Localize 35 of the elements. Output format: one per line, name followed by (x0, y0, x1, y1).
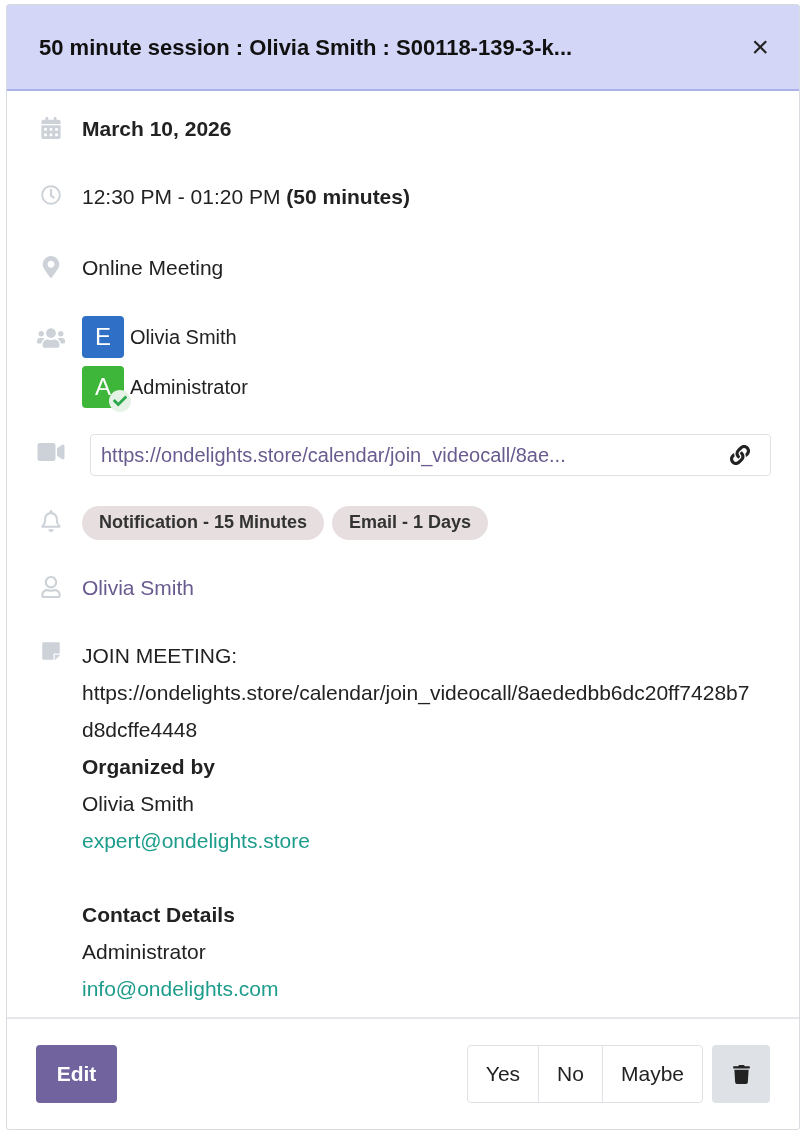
reminder-tag: Email - 1 Days (332, 505, 489, 540)
video-link-field[interactable]: https://ondelights.store/calendar/join_videocall/8ae... (90, 433, 771, 476)
description-text: https://ondelights.store/calendar/join_videocall/8aededbb6dc20ff7428b7d8dcffe4448 (82, 680, 751, 743)
description-text: Administrator (82, 939, 207, 965)
email-link[interactable]: info@ondelights.com (82, 970, 279, 1007)
description-heading: Contact Details (82, 902, 236, 928)
edit-button[interactable]: Edit (36, 1045, 117, 1103)
clock-icon (40, 184, 61, 205)
accepted-check-icon (109, 389, 131, 412)
email-link[interactable]: expert@ondelights.store (82, 822, 310, 859)
note-icon (40, 641, 61, 661)
description-text: JOIN MEETING: (82, 643, 239, 669)
event-location: Online Meeting (82, 256, 224, 279)
people-icon (36, 325, 65, 350)
event-time: 12:30 PM - 01:20 PM (50 minutes) (82, 184, 410, 208)
event-date: March 10, 2026 (82, 117, 232, 140)
response-button[interactable]: Yes (467, 1046, 539, 1102)
reminder-tag: Notification - 15 Minutes (82, 505, 324, 540)
organizer-name[interactable]: Olivia Smith (82, 575, 195, 599)
close-button[interactable]: × (751, 32, 769, 62)
avatar: E (82, 315, 124, 358)
attendee-name: Administrator (130, 374, 248, 400)
delete-button[interactable] (712, 1045, 770, 1103)
response-button[interactable]: No (538, 1046, 602, 1102)
description-text: Olivia Smith (82, 791, 196, 817)
trash-icon (732, 1064, 750, 1084)
location-pin-icon (41, 256, 60, 278)
calendar-icon (39, 117, 62, 139)
attendee-name: Olivia Smith (130, 324, 237, 350)
user-icon (40, 575, 61, 598)
description-heading: Organized by (82, 754, 217, 780)
link-icon[interactable] (730, 444, 750, 465)
event-title: 50 minute session : Olivia Smith : S00118-139-3-k... (39, 33, 574, 62)
response-button[interactable]: Maybe (601, 1046, 702, 1102)
bell-icon (40, 509, 61, 532)
